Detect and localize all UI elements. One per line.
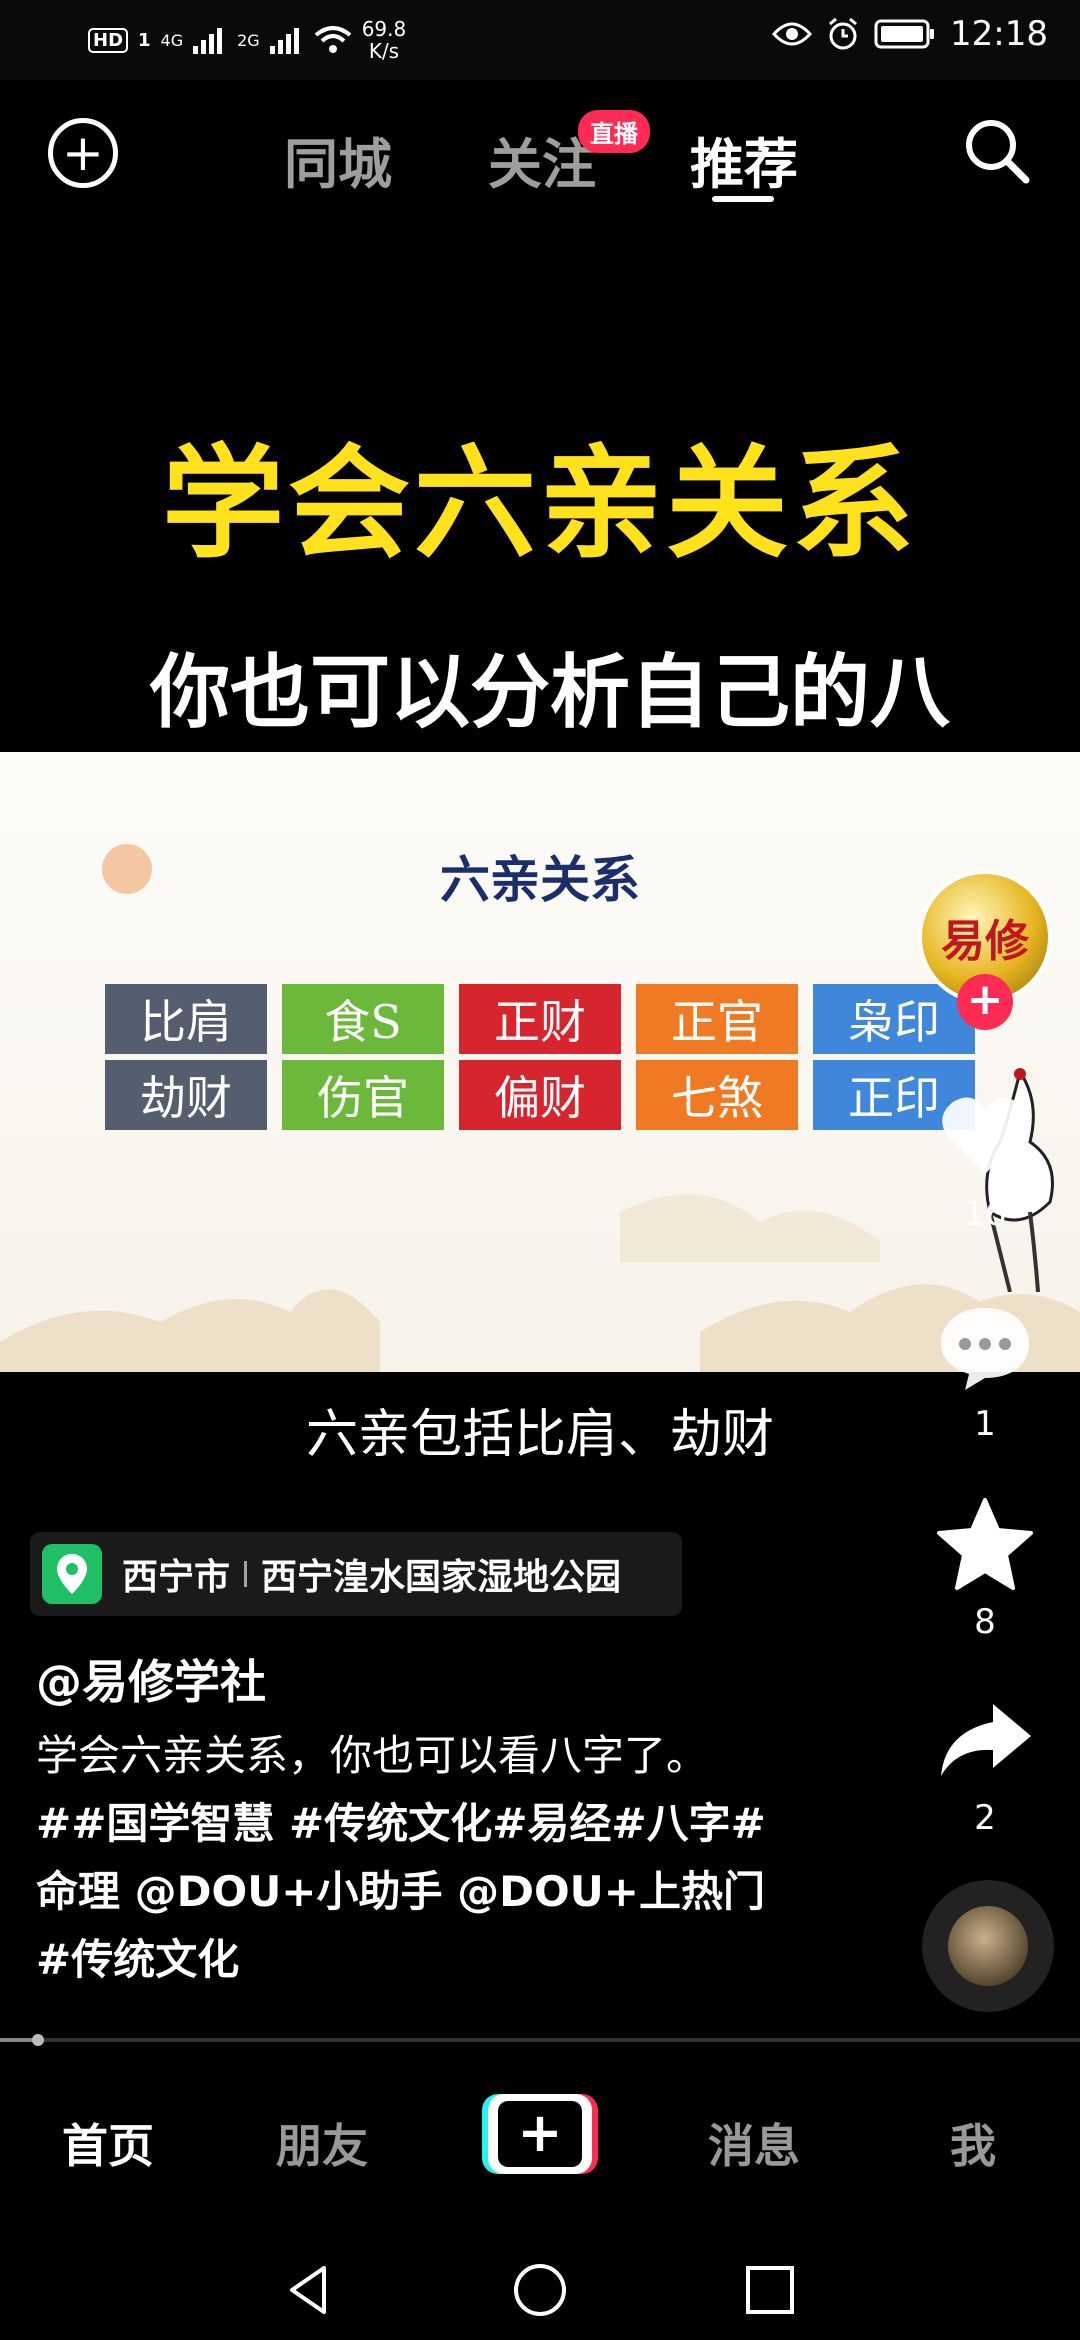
heart-icon[interactable] <box>935 1086 1035 1186</box>
status-left: HD 1 4G 2G 69.8 K/s <box>88 18 406 62</box>
recents-square-icon[interactable] <box>740 2260 800 2320</box>
nav-me[interactable]: 我 <box>950 2110 996 2176</box>
tab-recommended[interactable]: 推荐 <box>690 120 798 199</box>
location-pin-icon <box>42 1544 102 1604</box>
alarm-icon <box>829 17 857 50</box>
comment-count: 1 <box>974 1404 996 1444</box>
search-icon[interactable] <box>962 116 1032 186</box>
six-relations-grid: 比肩 食S 正财 正官 枭印 劫财 伤官 偏财 七煞 正印 <box>105 984 975 1130</box>
clock: 12:18 <box>950 14 1048 54</box>
hashtag-line[interactable]: #传统文化 <box>36 1926 796 1994</box>
top-nav: + 同城 关注 直播 推荐 <box>0 80 1080 220</box>
create-button[interactable]: + <box>482 2094 598 2174</box>
music-disc-icon[interactable] <box>922 1880 1054 2012</box>
description-text: 学会六亲关系，你也可以看八字了。 <box>36 1731 709 1780</box>
grid-cell: 七煞 <box>636 1060 798 1130</box>
like-count: 16 <box>963 1194 1007 1234</box>
signal-icon <box>269 28 299 54</box>
active-tab-indicator <box>712 196 774 202</box>
grid-cell: 正官 <box>636 984 798 1054</box>
favorite-group: 8 <box>910 1494 1060 1642</box>
location-place: 西宁湟水国家湿地公园 <box>261 1557 622 1598</box>
grid-cell: 伤官 <box>282 1060 444 1130</box>
bottom-nav: 首页 朋友 + 消息 我 <box>0 2060 1080 2210</box>
progress-handle[interactable] <box>32 2034 44 2046</box>
create-face: + <box>488 2094 592 2174</box>
location-divider <box>244 1561 248 1587</box>
speed-value: 69.8 <box>361 17 407 41</box>
video-progress-bar[interactable] <box>0 2034 1080 2046</box>
home-circle-icon[interactable] <box>510 2260 570 2320</box>
battery-icon <box>874 19 935 49</box>
post-description[interactable]: 学会六亲关系，你也可以看八字了。 ##国学智慧 #传统文化#易经#八字# 命理 … <box>36 1722 796 1994</box>
status-bar: HD 1 4G 2G 69.8 K/s 12:18 <box>0 0 1080 80</box>
network-4g-label: 4G <box>160 30 184 50</box>
share-count: 2 <box>974 1798 996 1838</box>
comment-group: 1 <box>910 1296 1060 1444</box>
grid-cell: 食S <box>282 984 444 1054</box>
eye-icon <box>772 22 813 46</box>
nav-friends[interactable]: 朋友 <box>276 2110 368 2176</box>
comment-icon[interactable] <box>935 1296 1035 1396</box>
author-avatar-group: 易修 + <box>910 870 1060 1030</box>
favorite-count: 8 <box>974 1602 996 1642</box>
signal-icon <box>193 28 223 54</box>
author-name[interactable]: @易修学社 <box>36 1646 266 1712</box>
add-circle-icon[interactable]: + <box>48 118 118 188</box>
hashtag-line[interactable]: 命理 @DOU+小助手 @DOU+上热门 <box>36 1858 796 1926</box>
back-icon[interactable] <box>280 2260 340 2320</box>
live-badge: 直播 <box>578 110 650 153</box>
location-chip[interactable]: 西宁市 西宁湟水国家湿地公园 <box>30 1532 682 1616</box>
wifi-icon <box>314 26 351 53</box>
create-plus: + <box>498 2101 582 2167</box>
system-nav-bar <box>0 2210 1080 2340</box>
grid-cell: 偏财 <box>459 1060 621 1130</box>
music-cover <box>948 1906 1028 1986</box>
nav-messages[interactable]: 消息 <box>708 2110 800 2176</box>
nav-home[interactable]: 首页 <box>62 2110 154 2176</box>
sim-slot-label: 1 <box>138 29 151 51</box>
grid-cell: 比肩 <box>105 984 267 1054</box>
status-right: 12:18 <box>772 14 1048 54</box>
grid-cell: 劫财 <box>105 1060 267 1130</box>
share-group: 2 <box>910 1690 1060 1838</box>
tab-nearby[interactable]: 同城 <box>284 120 392 199</box>
location-city: 西宁市 <box>122 1557 231 1598</box>
video-headline: 学会六亲关系 <box>162 433 918 575</box>
network-speed: 69.8 K/s <box>362 18 407 62</box>
network-2g-label: 2G <box>237 30 260 50</box>
star-icon[interactable] <box>935 1494 1035 1594</box>
video-slide[interactable]: 六亲关系 比肩 食S 正财 正官 枭印 劫财 伤官 偏财 七煞 正印 <box>0 752 1080 1372</box>
like-group: 16 <box>910 1086 1060 1234</box>
speed-unit: K/s <box>368 39 400 63</box>
share-icon[interactable] <box>935 1690 1035 1790</box>
hashtag-line[interactable]: ##国学智慧 #传统文化#易经#八字# <box>36 1790 796 1858</box>
hd-badge: HD <box>88 27 129 53</box>
follow-button[interactable]: + <box>957 974 1013 1030</box>
grid-cell: 正财 <box>459 984 621 1054</box>
